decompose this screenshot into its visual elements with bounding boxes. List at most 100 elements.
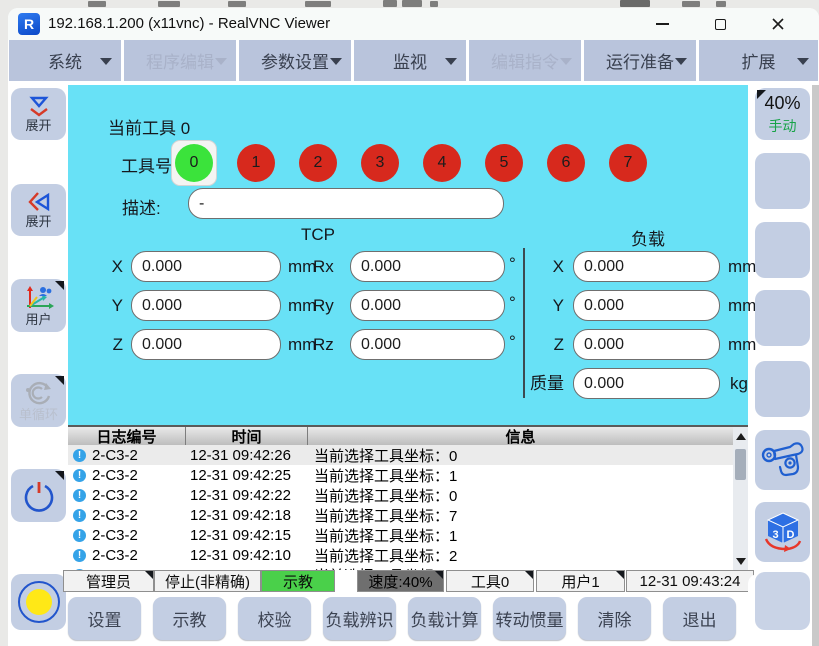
inertia-button[interactable]: 转动惯量: [493, 597, 566, 640]
power-icon: [22, 479, 56, 513]
corner-flag-icon: [435, 571, 443, 579]
tool-2-button[interactable]: 2: [299, 144, 337, 182]
exit-button[interactable]: 退出: [663, 597, 736, 640]
tcp-section-title: TCP: [258, 225, 378, 245]
tool-3-button[interactable]: 3: [361, 144, 399, 182]
log-row[interactable]: 2-C3-2 12-31 09:42:22 当前选择工具坐标：0: [68, 485, 733, 505]
corner-flag-icon: [145, 571, 153, 579]
menu-parameter-settings[interactable]: 参数设置: [239, 40, 351, 81]
sidebar-user-frame-button[interactable]: 用户: [11, 279, 66, 332]
sidebar-power-button[interactable]: [11, 469, 66, 522]
double-chevron-left-icon: [26, 191, 52, 213]
description-input[interactable]: [188, 188, 504, 219]
chevron-down-icon: [797, 58, 809, 65]
maximize-button[interactable]: [698, 8, 742, 40]
menu-system[interactable]: 系统: [9, 40, 121, 81]
single-cycle-icon: [24, 380, 54, 406]
sidebar-single-cycle-button: 单循环: [11, 374, 66, 427]
log-col-msg[interactable]: 信息: [308, 427, 733, 445]
tcp-rz-input[interactable]: [350, 329, 505, 360]
info-icon: [73, 489, 86, 502]
menu-extension[interactable]: 扩展: [699, 40, 818, 81]
sidebar-expand-down-button[interactable]: 展开: [11, 88, 66, 140]
tool-no-label: 工具号: [121, 152, 172, 177]
load-mass-input[interactable]: [573, 368, 720, 399]
view-3d-icon: 3 D: [760, 511, 806, 553]
tool-7-button[interactable]: 7: [609, 144, 647, 182]
clear-button[interactable]: 清除: [578, 597, 651, 640]
sidebar-enable-switch-button[interactable]: [11, 574, 66, 630]
tool-6-button[interactable]: 6: [547, 144, 585, 182]
teach-button[interactable]: 示教: [153, 597, 226, 640]
scrollbar-thumb[interactable]: [735, 449, 746, 480]
status-user-frame[interactable]: 用户1: [536, 570, 625, 592]
load-calc-button[interactable]: 负载计算: [408, 597, 481, 640]
minimize-icon: [656, 23, 669, 25]
view-3d-button[interactable]: 3 D: [755, 502, 810, 562]
menu-monitor[interactable]: 监视: [354, 40, 466, 81]
tool-4-button[interactable]: 4: [423, 144, 461, 182]
load-z-label: Z: [536, 329, 564, 360]
minimize-button[interactable]: [640, 8, 684, 40]
load-y-input[interactable]: [573, 290, 720, 321]
current-tool-label: 当前工具 0: [108, 114, 190, 139]
tcp-z-input[interactable]: [131, 329, 281, 360]
speed-mode-button[interactable]: 40% 手动: [755, 88, 810, 140]
corner-flag-icon: [616, 571, 624, 579]
tcp-y-label: Y: [98, 290, 123, 321]
right-sidebar-button-5[interactable]: [755, 361, 810, 417]
load-x-label: X: [536, 251, 564, 282]
menu-run-prepare[interactable]: 运行准备: [584, 40, 696, 81]
status-user-role[interactable]: 管理员: [63, 570, 154, 592]
load-z-input[interactable]: [573, 329, 720, 360]
chevron-down-icon: [330, 58, 342, 65]
scroll-down-icon[interactable]: [736, 558, 746, 565]
info-icon: [73, 449, 86, 462]
load-z-unit: mm: [728, 329, 756, 360]
verify-button[interactable]: 校验: [238, 597, 311, 640]
tool-1-button[interactable]: 1: [237, 144, 275, 182]
status-tool[interactable]: 工具0: [446, 570, 534, 592]
close-icon: [771, 17, 785, 31]
description-label: 描述:: [122, 194, 161, 219]
sidebar-expand-left-button[interactable]: 展开: [11, 184, 66, 236]
right-sidebar-button-8[interactable]: [755, 572, 810, 630]
corner-flag-icon: [525, 571, 533, 579]
log-row[interactable]: 2-C3-2 12-31 09:42:10 当前选择工具坐标：2: [68, 545, 733, 565]
log-scrollbar[interactable]: [733, 427, 748, 570]
tcp-rz-label: Rz: [313, 329, 345, 360]
info-icon: [73, 469, 86, 482]
right-sidebar-button-4[interactable]: [755, 290, 810, 346]
log-table: 日志编号 时间 信息 2-C3-2 12-31 09:42:26 当前选择工具坐…: [68, 425, 748, 570]
log-col-id[interactable]: 日志编号: [68, 427, 186, 445]
user-coordinate-icon: [23, 285, 55, 311]
load-x-input[interactable]: [573, 251, 720, 282]
load-identify-button[interactable]: 负载辨识: [323, 597, 396, 640]
tcp-ry-unit: °: [509, 287, 516, 318]
tcp-rx-input[interactable]: [350, 251, 505, 282]
info-icon: [73, 549, 86, 562]
title-bar: R 192.168.1.200 (x11vnc) - RealVNC Viewe…: [8, 8, 819, 40]
status-speed[interactable]: 速度:40%: [357, 570, 444, 592]
log-row[interactable]: 2-C3-2 12-31 09:42:18 当前选择工具坐标：7: [68, 505, 733, 525]
svg-text:D: D: [786, 529, 794, 541]
menu-edit-command: 编辑指令: [469, 40, 581, 81]
tcp-y-input[interactable]: [131, 290, 281, 321]
log-col-time[interactable]: 时间: [186, 427, 308, 445]
log-row[interactable]: 2-C3-2 12-31 09:42:26 当前选择工具坐标：0: [68, 445, 733, 465]
right-sidebar-button-2[interactable]: [755, 153, 810, 209]
log-row[interactable]: 2-C3-2 12-31 09:42:25 当前选择工具坐标：1: [68, 465, 733, 485]
load-mass-label: 质量: [520, 368, 564, 399]
tool-5-button[interactable]: 5: [485, 144, 523, 182]
right-edge-strip: [812, 85, 819, 646]
right-sidebar-button-3[interactable]: [755, 222, 810, 278]
tool-0-button[interactable]: 0: [175, 144, 213, 182]
log-row[interactable]: 2-C3-2 12-31 09:42:15 当前选择工具坐标：1: [68, 525, 733, 545]
tcp-ry-input[interactable]: [350, 290, 505, 321]
hand-guide-button[interactable]: [755, 430, 810, 490]
settings-button[interactable]: 设置: [68, 597, 141, 640]
scroll-up-icon[interactable]: [736, 433, 746, 440]
tcp-x-input[interactable]: [131, 251, 281, 282]
close-button[interactable]: [756, 8, 800, 40]
log-header: 日志编号 时间 信息: [68, 427, 733, 445]
